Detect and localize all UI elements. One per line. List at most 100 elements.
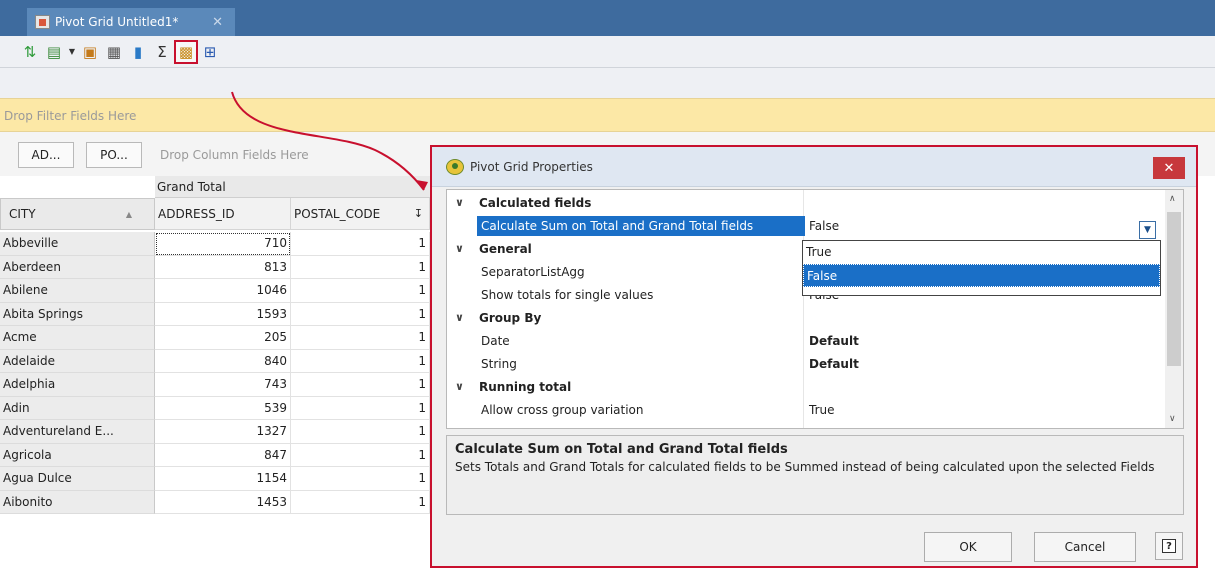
address-id-cell[interactable]: 1046: [155, 279, 291, 303]
refresh-icon[interactable]: ⇅: [20, 42, 40, 62]
address-id-cell[interactable]: 1154: [155, 467, 291, 491]
sigma-icon[interactable]: Σ: [152, 42, 172, 62]
print-icon[interactable]: ▦: [104, 42, 124, 62]
table-row[interactable]: Aberdeen 813 1: [0, 255, 430, 279]
properties-icon[interactable]: ▩: [174, 39, 198, 64]
table-row[interactable]: Agua Dulce 1154 1: [0, 467, 430, 491]
table-row[interactable]: Adelaide 840 1: [0, 349, 430, 373]
property-string[interactable]: String Default: [447, 353, 1165, 376]
property-label: Calculate Sum on Total and Grand Total f…: [477, 216, 805, 236]
table-row[interactable]: Abilene 1046 1: [0, 279, 430, 303]
postal-code-cell[interactable]: 1: [291, 279, 430, 303]
dropdown-option-true[interactable]: True: [803, 241, 1160, 264]
city-cell[interactable]: Adelphia: [0, 373, 155, 397]
postal-code-cell[interactable]: 1: [291, 232, 430, 256]
address-id-cell[interactable]: 813: [155, 255, 291, 279]
field-button-postal-code[interactable]: PO...: [86, 142, 142, 168]
vertical-scrollbar[interactable]: ∧ ∨: [1165, 190, 1183, 428]
address-id-cell[interactable]: 1593: [155, 302, 291, 326]
address-id-cell[interactable]: 840: [155, 349, 291, 373]
combo-dropdown-button[interactable]: ▼: [1139, 221, 1156, 239]
help-button[interactable]: ?: [1155, 532, 1183, 560]
table-row[interactable]: Agricola 847 1: [0, 443, 430, 467]
property-calc-sum[interactable]: Calculate Sum on Total and Grand Total f…: [447, 215, 1165, 238]
table-row[interactable]: Adventureland E... 1327 1: [0, 420, 430, 444]
address-id-cell[interactable]: 847: [155, 443, 291, 467]
scroll-thumb[interactable]: [1167, 212, 1181, 366]
chart-icon[interactable]: ▮: [128, 42, 148, 62]
property-date[interactable]: Date Default: [447, 330, 1165, 353]
address-id-cell[interactable]: 1327: [155, 420, 291, 444]
filter-hint: Drop Filter Fields Here: [4, 109, 137, 123]
toolbar: ⇅ ▤ ▼ ▣ ▦ ▮ Σ ▩ ⊞: [0, 36, 1215, 68]
category-running-total[interactable]: ∨ Running total: [447, 376, 1165, 399]
tab-pivot-grid[interactable]: Pivot Grid Untitled1* ✕: [27, 8, 235, 36]
city-cell[interactable]: Aberdeen: [0, 255, 155, 279]
export-icon[interactable]: ▤: [44, 42, 64, 62]
scroll-up-icon[interactable]: ∧: [1169, 194, 1176, 204]
sort-ascending-icon: ▲: [125, 209, 132, 219]
postal-code-cell[interactable]: 1: [291, 467, 430, 491]
filter-drop-area[interactable]: Drop Filter Fields Here: [0, 98, 1215, 132]
address-id-cell[interactable]: 743: [155, 373, 291, 397]
postal-code-cell[interactable]: 1: [291, 490, 430, 514]
city-cell[interactable]: Abilene: [0, 279, 155, 303]
property-allow-cross[interactable]: Allow cross group variation True: [447, 399, 1165, 422]
dialog-close-button[interactable]: ✕: [1153, 157, 1185, 179]
city-cell[interactable]: Abita Springs: [0, 302, 155, 326]
property-value[interactable]: False: [809, 219, 839, 233]
dialog-titlebar[interactable]: Pivot Grid Properties ✕: [432, 147, 1196, 187]
address-id-cell[interactable]: 205: [155, 326, 291, 350]
chevron-down-icon[interactable]: ∨: [455, 196, 464, 209]
table-row[interactable]: Abita Springs 1593 1: [0, 302, 430, 326]
fit-icon[interactable]: ⊞: [200, 42, 220, 62]
column-header-postal-code[interactable]: POSTAL_CODE ↧: [291, 198, 430, 230]
property-value[interactable]: Default: [809, 357, 859, 371]
address-id-cell[interactable]: 710: [155, 232, 291, 256]
postal-code-cell[interactable]: 1: [291, 302, 430, 326]
table-row[interactable]: Acme 205 1: [0, 326, 430, 350]
scroll-down-icon[interactable]: ∨: [1169, 414, 1176, 424]
description-title: Calculate Sum on Total and Grand Total f…: [455, 442, 788, 457]
city-cell[interactable]: Abbeville: [0, 232, 155, 256]
postal-code-cell[interactable]: 1: [291, 420, 430, 444]
postal-code-cell[interactable]: 1: [291, 373, 430, 397]
postal-code-cell[interactable]: 1: [291, 443, 430, 467]
category-group-by[interactable]: ∨ Group By: [447, 307, 1165, 330]
property-value[interactable]: True: [809, 403, 835, 417]
property-label: Date: [481, 334, 510, 348]
chevron-down-icon[interactable]: ∨: [455, 380, 464, 393]
table-row[interactable]: Adin 539 1: [0, 396, 430, 420]
tab-close-icon[interactable]: ✕: [212, 15, 223, 30]
postal-code-cell[interactable]: 1: [291, 396, 430, 420]
city-cell[interactable]: Agricola: [0, 443, 155, 467]
category-calculated-fields[interactable]: ∨ Calculated fields: [447, 192, 1165, 215]
column-header-address-id[interactable]: ADDRESS_ID: [155, 198, 291, 230]
city-row-header[interactable]: CITY ▲: [0, 198, 155, 230]
city-cell[interactable]: Adventureland E...: [0, 420, 155, 444]
grand-total-header: Grand Total: [155, 176, 430, 198]
chevron-down-icon[interactable]: ∨: [455, 242, 464, 255]
postal-code-cell[interactable]: 1: [291, 326, 430, 350]
table-row[interactable]: Aibonito 1453 1: [0, 490, 430, 514]
city-cell[interactable]: Adin: [0, 396, 155, 420]
city-cell[interactable]: Agua Dulce: [0, 467, 155, 491]
save-icon[interactable]: ▣: [80, 42, 100, 62]
dropdown-option-false[interactable]: False: [803, 264, 1160, 287]
ok-button[interactable]: OK: [924, 532, 1012, 562]
table-row[interactable]: Adelphia 743 1: [0, 373, 430, 397]
property-value[interactable]: Default: [809, 334, 859, 348]
postal-code-cell[interactable]: 1: [291, 349, 430, 373]
city-cell[interactable]: Adelaide: [0, 349, 155, 373]
city-cell[interactable]: Aibonito: [0, 490, 155, 514]
field-button-address-id[interactable]: AD...: [18, 142, 74, 168]
cancel-button[interactable]: Cancel: [1034, 532, 1136, 562]
table-row[interactable]: Abbeville 710 1: [0, 232, 430, 256]
city-cell[interactable]: Acme: [0, 326, 155, 350]
chevron-down-icon[interactable]: ∨: [455, 311, 464, 324]
postal-code-cell[interactable]: 1: [291, 255, 430, 279]
address-id-cell[interactable]: 1453: [155, 490, 291, 514]
description-panel: Calculate Sum on Total and Grand Total f…: [446, 435, 1184, 515]
dropdown-arrow-icon[interactable]: ▼: [68, 42, 76, 62]
address-id-cell[interactable]: 539: [155, 396, 291, 420]
